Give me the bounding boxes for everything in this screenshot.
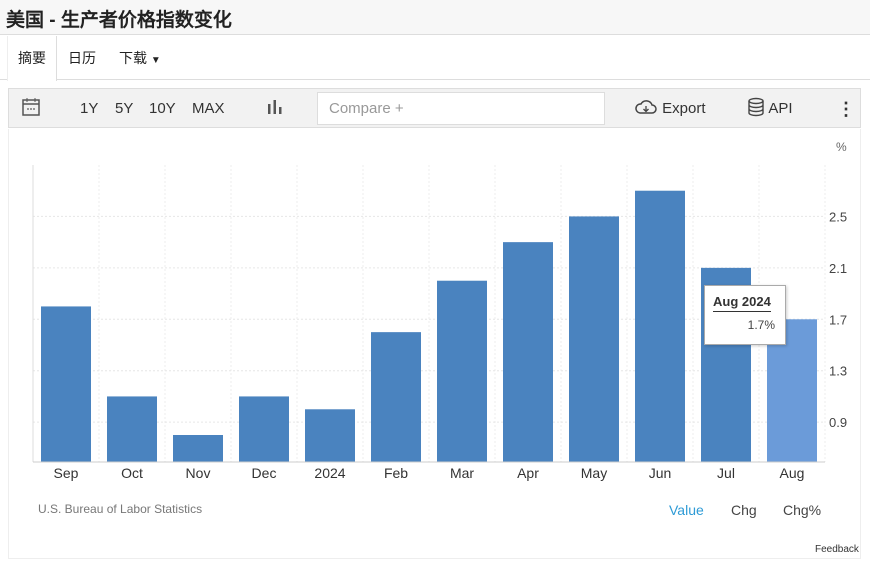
bar-chart: 0.9 1.3 1.7 2.1 2.5% Sep Oct Nov Dec 2024 Feb Mar Ap… bbox=[32, 140, 847, 481]
bar bbox=[371, 332, 421, 462]
x-tick-label: Aug bbox=[780, 465, 805, 481]
bar bbox=[107, 396, 157, 462]
y-tick-label: 0.9 bbox=[829, 415, 847, 430]
y-unit-label: % bbox=[836, 140, 847, 154]
tooltip-value: 1.7% bbox=[747, 318, 775, 332]
x-tick-label: Sep bbox=[54, 465, 79, 481]
x-tick-label: Jun bbox=[649, 465, 672, 481]
bar bbox=[239, 396, 289, 462]
bar bbox=[41, 306, 91, 462]
bar bbox=[305, 409, 355, 462]
x-tick-label: 2024 bbox=[314, 465, 345, 481]
x-tick-label: Nov bbox=[186, 465, 211, 481]
y-tick-label: 1.7 bbox=[829, 312, 847, 327]
x-tick-label: Apr bbox=[517, 465, 539, 481]
y-tick-label: 2.1 bbox=[829, 261, 847, 276]
y-tick-label: 1.3 bbox=[829, 364, 847, 379]
bar bbox=[173, 435, 223, 462]
x-tick-label: Oct bbox=[121, 465, 143, 481]
x-tick-label: Jul bbox=[717, 465, 735, 481]
bar bbox=[569, 216, 619, 462]
mode-chg[interactable]: Chg bbox=[731, 502, 757, 518]
source-label: U.S. Bureau of Labor Statistics bbox=[38, 502, 203, 516]
x-tick-label: Feb bbox=[384, 465, 408, 481]
x-tick-label: Dec bbox=[252, 465, 277, 481]
y-tick-label: 2.5 bbox=[829, 209, 847, 224]
feedback-link[interactable]: Feedback bbox=[815, 544, 859, 555]
bar bbox=[635, 190, 685, 462]
tooltip-label: Aug 2024 bbox=[713, 294, 771, 312]
bar bbox=[503, 242, 553, 462]
mode-value[interactable]: Value bbox=[669, 502, 704, 518]
chart-tooltip: Aug 2024 1.7% bbox=[704, 285, 786, 345]
x-tick-label: May bbox=[581, 465, 607, 481]
x-tick-label: Mar bbox=[450, 465, 474, 481]
mode-chg-pct[interactable]: Chg% bbox=[783, 502, 821, 518]
bar bbox=[437, 280, 487, 462]
